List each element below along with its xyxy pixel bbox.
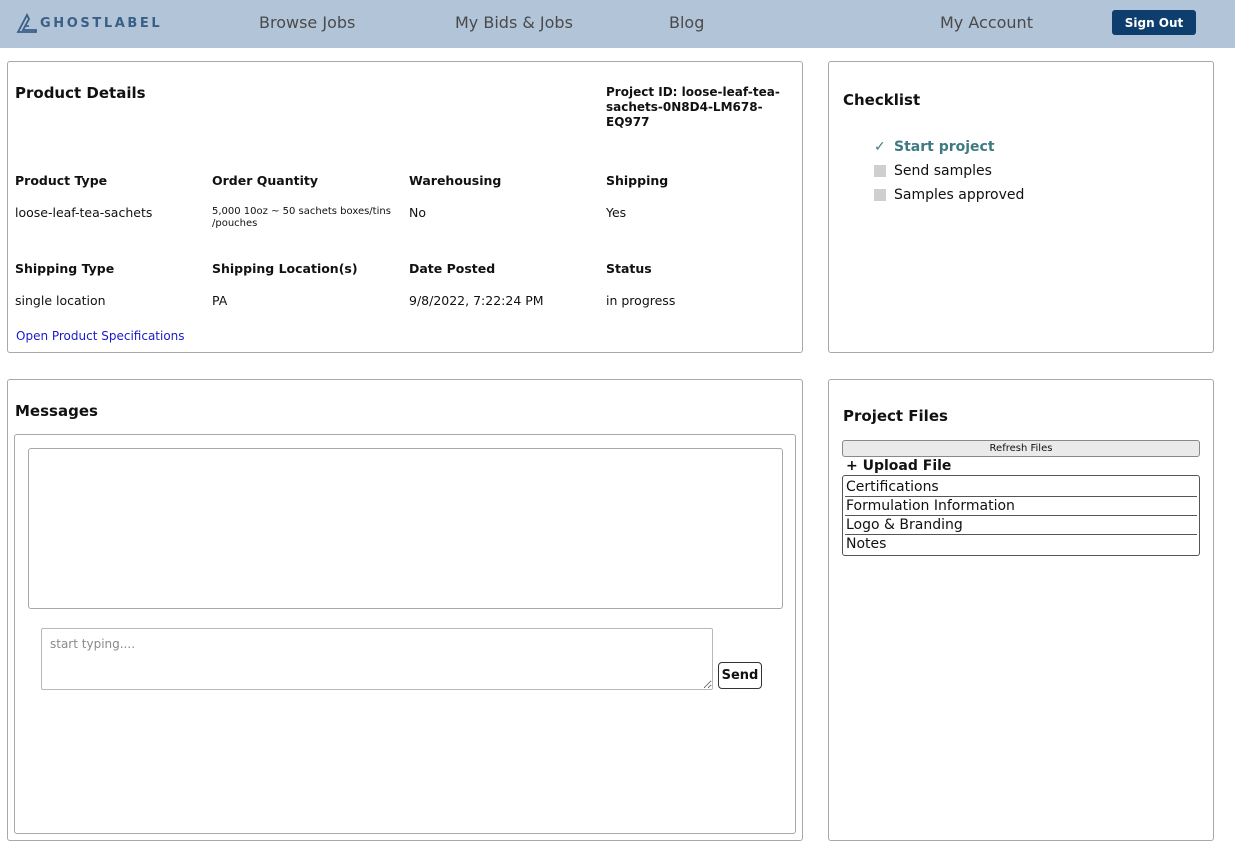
field-label-date-posted: Date Posted (409, 261, 496, 276)
upload-file-button[interactable]: + Upload File (846, 458, 951, 474)
checkmark-icon: ✓ (874, 139, 886, 155)
checklist-panel: Checklist ✓ Start project Send samples S… (828, 61, 1214, 353)
nav-my-bids-jobs[interactable]: My Bids & Jobs (455, 13, 573, 32)
field-label-product-type: Product Type (15, 173, 108, 188)
field-label-order-quantity: Order Quantity (212, 173, 318, 188)
messages-panel: Messages Send (7, 379, 803, 841)
project-files-panel: Project Files Refresh Files + Upload Fil… (828, 379, 1214, 841)
field-value-shipping: Yes (606, 205, 627, 220)
folder-logo-branding[interactable]: Logo & Branding (845, 516, 1197, 535)
field-value-product-type: loose-leaf-tea-sachets (15, 205, 153, 220)
product-details-title: Product Details (15, 84, 146, 102)
refresh-files-button[interactable]: Refresh Files (842, 440, 1200, 457)
nav-browse-jobs[interactable]: Browse Jobs (259, 13, 355, 32)
logo-text: GHOSTLABEL (40, 15, 163, 31)
nav-blog[interactable]: Blog (669, 13, 704, 32)
ghostlabel-logo-icon (16, 13, 37, 33)
checklist-item-label: Samples approved (894, 187, 1025, 203)
checklist-item-start-project: ✓ Start project (874, 139, 995, 155)
folder-formulation-information[interactable]: Formulation Information (845, 497, 1197, 516)
top-nav-bar: GHOSTLABEL Browse Jobs My Bids & Jobs Bl… (0, 0, 1235, 48)
field-value-status: in progress (606, 293, 676, 308)
message-input[interactable] (41, 628, 713, 690)
field-value-date-posted: 9/8/2022, 7:22:24 PM (409, 293, 544, 308)
field-label-status: Status (606, 261, 652, 276)
project-id: Project ID: loose-leaf-tea-sachets-0N8D4… (606, 85, 780, 129)
unchecked-box-icon (874, 165, 886, 177)
project-files-title: Project Files (843, 407, 948, 425)
checklist-item-samples-approved: Samples approved (874, 187, 1024, 203)
field-label-shipping-locations: Shipping Location(s) (212, 261, 358, 276)
checklist-item-label: Send samples (894, 163, 992, 179)
unchecked-box-icon (874, 189, 886, 201)
checklist-item-send-samples: Send samples (874, 163, 992, 179)
product-details-panel: Product Details Project ID: loose-leaf-t… (7, 61, 803, 353)
folder-notes[interactable]: Notes (845, 535, 1197, 553)
message-history[interactable] (28, 448, 783, 609)
file-folder-list: Certifications Formulation Information L… (842, 475, 1200, 556)
field-value-shipping-type: single location (15, 293, 106, 308)
checklist-item-label: Start project (894, 139, 995, 155)
sign-out-button[interactable]: Sign Out (1112, 10, 1196, 35)
field-label-shipping: Shipping (606, 173, 669, 188)
field-value-shipping-locations: PA (212, 293, 228, 308)
folder-certifications[interactable]: Certifications (845, 478, 1197, 497)
field-value-warehousing: No (409, 205, 426, 220)
messages-container: Send (14, 434, 796, 834)
send-button[interactable]: Send (718, 662, 762, 689)
messages-title: Messages (15, 402, 98, 420)
field-label-warehousing: Warehousing (409, 173, 502, 188)
nav-my-account[interactable]: My Account (940, 13, 1033, 32)
checklist-title: Checklist (843, 91, 921, 109)
field-value-order-quantity: 5,000 10oz ~ 50 sachets boxes/tins /pouc… (212, 206, 391, 229)
field-label-shipping-type: Shipping Type (15, 261, 115, 276)
logo[interactable]: GHOSTLABEL (16, 12, 162, 34)
open-product-specifications-link[interactable]: Open Product Specifications (16, 329, 185, 343)
